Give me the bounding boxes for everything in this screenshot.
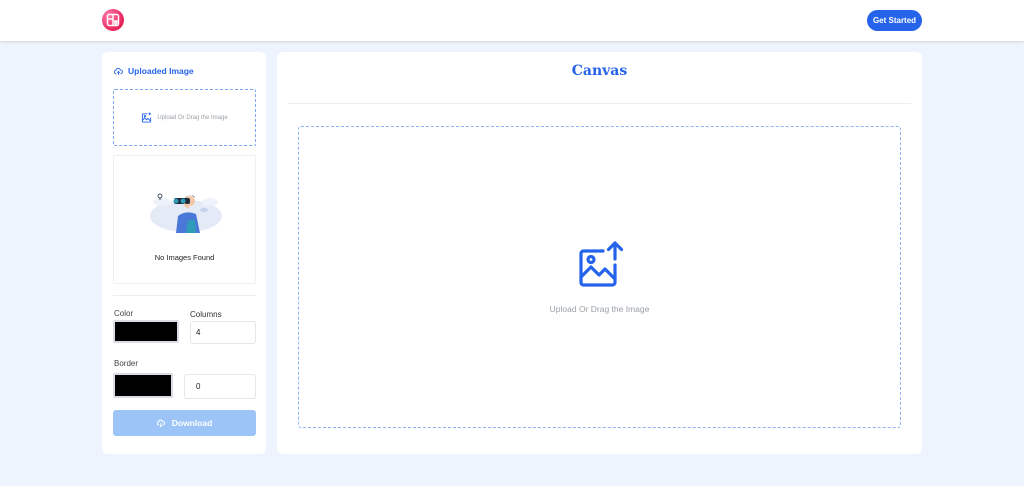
cloud-download-icon [156,419,165,427]
border-color-picker[interactable] [113,373,173,398]
sidebar-title-text: Uploaded Image [128,66,194,76]
border-width-input[interactable] [184,374,256,399]
upload-image-box[interactable]: Upload Or Drag the Image [113,89,256,146]
empty-state-box: No Images Found [113,155,256,284]
get-started-button[interactable]: Get Started [867,10,922,31]
canvas-divider [288,103,911,104]
sidebar-panel: Uploaded Image Upload Or Drag the Image [102,52,266,454]
download-label: Download [171,418,213,428]
columns-label: Columns [190,310,222,319]
canvas-panel: Canvas Upload Or Drag the Image [277,52,922,454]
color-picker[interactable] [113,320,179,343]
dropzone-text: Upload Or Drag the Image [549,304,650,314]
collage-logo-icon[interactable] [102,9,124,31]
sidebar-divider [113,295,256,296]
columns-input[interactable] [190,321,256,344]
image-add-icon [142,112,152,123]
binoculars-person-icon [150,193,222,233]
download-button[interactable]: Download [113,410,256,436]
cloud-upload-icon [114,67,123,75]
empty-state-text: No Images Found [154,253,215,262]
sidebar-title: Uploaded Image [114,65,194,77]
top-bar: Get Started [0,0,1024,41]
canvas-title: Canvas [571,63,628,79]
color-label: Color [114,309,134,318]
upload-box-text: Upload Or Drag the Image [157,114,228,121]
border-label: Border [114,359,139,368]
image-upload-icon [579,241,624,287]
canvas-dropzone[interactable]: Upload Or Drag the Image [298,126,901,428]
